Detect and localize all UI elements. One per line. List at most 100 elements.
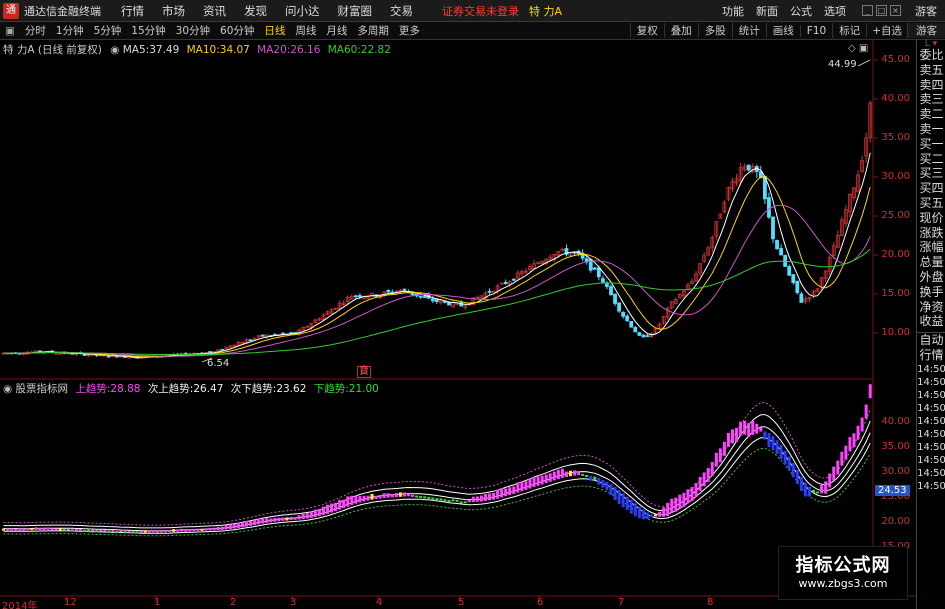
add-self-select-button[interactable]: +自选 <box>866 23 907 38</box>
maximize-icon[interactable]: □ <box>876 5 887 16</box>
side-panel-header-icon[interactable]: L ▾ <box>917 40 945 49</box>
tool-multi-stock[interactable]: 多股 <box>697 23 732 38</box>
trend-bar <box>22 528 26 531</box>
toolbar-icon[interactable]: ▣ <box>0 25 20 37</box>
tool-statistics[interactable]: 统计 <box>731 23 766 38</box>
trend-bar <box>455 499 459 502</box>
minimize-icon[interactable]: _ <box>862 5 873 16</box>
candle-body <box>503 281 508 285</box>
period-multi[interactable]: 多周期 <box>352 23 394 38</box>
side-item[interactable]: 收益 <box>917 314 945 329</box>
quote-side-panel: L ▾ 委比 卖五 卖四 卖三 卖二 卖一 买一 买二 买三 买四 买五 现价 … <box>916 40 945 609</box>
side-lower-item: 14:50 <box>917 441 945 453</box>
side-item[interactable]: 卖二 <box>917 107 945 122</box>
app-logo: 通 <box>3 2 19 19</box>
side-item[interactable]: 涨幅 <box>917 240 945 255</box>
trend-bar <box>585 475 589 478</box>
trend-bar <box>435 498 439 501</box>
period-60min[interactable]: 60分钟 <box>215 23 259 38</box>
trend-bar <box>803 482 807 497</box>
menu-options[interactable]: 选项 <box>818 3 852 19</box>
period-1min[interactable]: 1分钟 <box>51 23 89 38</box>
side-item[interactable]: 现价 <box>917 211 945 226</box>
trend-bar <box>232 523 236 529</box>
menu-quotes[interactable]: 行情 <box>112 3 153 19</box>
trend-bar <box>682 492 686 507</box>
indicator-tick: 20.00 <box>881 516 910 527</box>
trend-bar <box>164 530 167 533</box>
side-item[interactable]: 卖一 <box>917 122 945 137</box>
period-monthly[interactable]: 月线 <box>321 23 352 38</box>
kline-chart[interactable] <box>0 40 916 609</box>
period-weekly[interactable]: 周线 <box>290 23 321 38</box>
candle-body <box>447 302 451 306</box>
time-tick: 5 <box>458 597 465 608</box>
side-item[interactable]: 买四 <box>917 181 945 196</box>
menu-trade[interactable]: 交易 <box>381 3 422 19</box>
side-lower-item[interactable]: 行情 <box>917 348 945 363</box>
menu-function[interactable]: 功能 <box>716 3 750 19</box>
tool-f10[interactable]: F10 <box>799 24 832 37</box>
menu-discover[interactable]: 发现 <box>235 3 276 19</box>
trend-bar <box>78 528 82 531</box>
trend-bar <box>439 498 443 501</box>
trend-bar <box>378 494 382 499</box>
side-item[interactable]: 外盘 <box>917 270 945 285</box>
candle-body <box>357 295 362 298</box>
side-item[interactable]: 买二 <box>917 152 945 167</box>
period-30min[interactable]: 30分钟 <box>171 23 215 38</box>
tool-drawing[interactable]: 画线 <box>765 23 800 38</box>
trend-bar <box>508 487 512 495</box>
trend-bar <box>787 456 791 471</box>
trend-bar <box>216 526 220 531</box>
side-item[interactable]: 净资 <box>917 300 945 315</box>
trend-bar <box>54 528 58 531</box>
candle-body <box>592 267 597 270</box>
candle-body <box>775 239 779 249</box>
candle-body <box>511 278 516 281</box>
period-5min[interactable]: 5分钟 <box>89 23 127 38</box>
trend-bar <box>18 528 22 531</box>
period-timeshare[interactable]: 分时 <box>20 23 51 38</box>
menu-formula[interactable]: 公式 <box>784 3 818 19</box>
trade-login-warning[interactable]: 证券交易未登录 <box>442 3 519 19</box>
side-item[interactable]: 买三 <box>917 166 945 181</box>
trend-bar <box>504 488 508 497</box>
side-item[interactable]: 卖四 <box>917 78 945 93</box>
side-item[interactable]: 卖五 <box>917 63 945 78</box>
high-pointer <box>857 59 871 67</box>
period-more[interactable]: 更多 <box>394 23 425 38</box>
trend-bar <box>159 530 163 533</box>
trend-bar <box>155 530 159 533</box>
tool-adjust[interactable]: 复权 <box>629 23 664 38</box>
guest-button[interactable]: 游客 <box>907 23 945 38</box>
tool-marker[interactable]: 标记 <box>832 23 866 38</box>
candle-body <box>601 278 605 283</box>
side-item[interactable]: 委比 <box>917 48 945 63</box>
period-15min[interactable]: 15分钟 <box>126 23 170 38</box>
trend-bar <box>463 501 467 504</box>
tool-overlay[interactable]: 叠加 <box>663 23 698 38</box>
chart-settings-icon[interactable]: ◇ ▣ <box>848 43 868 54</box>
side-item[interactable]: 买五 <box>917 196 945 211</box>
trend-bar <box>775 440 779 455</box>
menu-market[interactable]: 市场 <box>153 3 194 19</box>
menu-new-layout[interactable]: 新面 <box>750 3 784 19</box>
side-item[interactable]: 买一 <box>917 137 945 152</box>
menu-ask[interactable]: 问小达 <box>276 3 329 19</box>
trend-bar <box>208 528 212 531</box>
side-item[interactable]: 涨跌 <box>917 226 945 241</box>
close-icon[interactable]: × <box>890 5 901 16</box>
menu-news[interactable]: 资讯 <box>194 3 235 19</box>
indicator-tick: 40.00 <box>881 416 910 427</box>
menu-wealth[interactable]: 财富圈 <box>329 3 382 19</box>
side-item[interactable]: 卖三 <box>917 92 945 107</box>
event-marker[interactable]: 寶 <box>357 366 371 378</box>
guest-label[interactable]: 游客 <box>915 3 937 19</box>
side-item[interactable]: 换手 <box>917 285 945 300</box>
trend-bar <box>710 461 714 476</box>
period-daily[interactable]: 日线 <box>259 23 290 38</box>
side-lower-item[interactable]: 自动 <box>917 333 945 348</box>
side-item[interactable]: 总量 <box>917 255 945 270</box>
side-lower-item: 14:50 <box>917 402 945 414</box>
